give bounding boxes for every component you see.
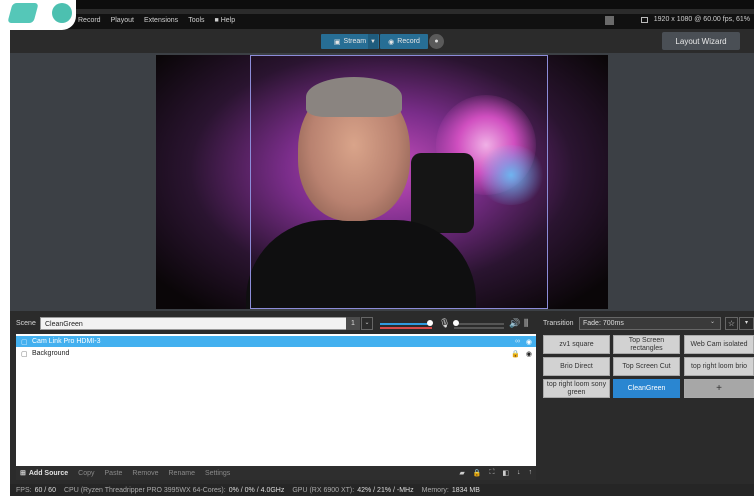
stream-label: Stream: [343, 38, 367, 45]
mic-audio-meter: [454, 327, 504, 329]
menu-extensions[interactable]: Extensions: [144, 16, 178, 26]
paste-button[interactable]: Paste: [105, 470, 123, 477]
remove-button[interactable]: Remove: [132, 470, 158, 477]
lock-icon[interactable]: 🔒: [511, 350, 520, 358]
microphone-icon[interactable]: 🎙: [439, 318, 450, 329]
scene-button[interactable]: Web Cam isolated: [684, 335, 754, 354]
scene-label: Scene: [16, 320, 36, 327]
source-name: Cam Link Pro HDMI-3: [32, 338, 101, 345]
record-label: Record: [397, 38, 420, 45]
video-source-icon: ▢: [21, 338, 28, 346]
sources-list: ▢ Cam Link Pro HDMI-3 ∞ ◉ ▢ Background 🔒…: [16, 334, 536, 466]
chevron-down-icon: ▼: [370, 38, 376, 45]
desktop-volume-slider[interactable]: [380, 323, 432, 325]
speaker-icon[interactable]: 🔊: [509, 318, 520, 329]
stream-dropdown-button[interactable]: ▼: [368, 34, 378, 49]
add-scene-button[interactable]: +: [684, 379, 754, 398]
app-window: Record Playout Extensions Tools ■ Help 1…: [10, 0, 754, 496]
star-icon[interactable]: ☆: [725, 317, 738, 330]
scene-name-input[interactable]: CleanGreen: [40, 317, 348, 330]
scene-button[interactable]: top right loom sony green: [543, 379, 610, 398]
menu-help[interactable]: ■ Help: [215, 16, 236, 26]
record-icon: ◉: [388, 38, 395, 46]
chevron-down-icon[interactable]: ⌄: [710, 318, 715, 325]
monitor-icon: [640, 16, 648, 23]
lock-icon[interactable]: 🔒: [473, 469, 482, 477]
scene-number[interactable]: 1: [346, 317, 360, 330]
settings-button[interactable]: Settings: [205, 470, 230, 477]
add-source-icon: ⊞: [20, 470, 26, 477]
stream-icon: ▣: [333, 38, 341, 46]
fps-label: FPS:: [16, 486, 32, 494]
resolution-info[interactable]: 1920 x 1080 @ 60.00 fps, 61%: [640, 16, 750, 23]
link-icon[interactable]: ∞: [515, 338, 520, 345]
menu-items: Record Playout Extensions Tools ■ Help: [78, 16, 235, 26]
add-source-button[interactable]: ⊞ Add Source: [20, 469, 69, 478]
eye-icon[interactable]: ◉: [526, 350, 532, 358]
resolution-text: 1920 x 1080 @ 60.00 fps, 61%: [653, 16, 750, 23]
record-button[interactable]: ◉ Record: [380, 34, 428, 49]
rename-button[interactable]: Rename: [169, 470, 195, 477]
scene-button-active[interactable]: CleanGreen: [613, 379, 680, 398]
add-source-label: Add Source: [28, 469, 69, 477]
back-icon[interactable]: [605, 16, 614, 25]
menu-record[interactable]: Record: [78, 16, 101, 26]
gpu-label: GPU (RX 6900 XT):: [292, 486, 355, 494]
transition-select[interactable]: Fade: 700ms: [579, 317, 721, 330]
memory-value: 1834 MB: [451, 486, 480, 494]
mixer-icon[interactable]: ⫼: [524, 318, 528, 329]
scene-button[interactable]: zv1 square: [543, 335, 610, 354]
split-icon[interactable]: ◧: [502, 469, 509, 477]
scene-button[interactable]: Brio Direct: [543, 357, 610, 376]
image-source-icon: ▢: [21, 350, 28, 358]
mic-volume-slider[interactable]: [454, 323, 504, 325]
chevron-down-icon: ⌄: [364, 320, 370, 326]
arrow-up-icon[interactable]: ↑: [529, 469, 533, 477]
fit-icon[interactable]: ⛶: [489, 469, 494, 477]
copy-button[interactable]: Copy: [78, 470, 94, 477]
memory-label: Memory:: [421, 486, 449, 494]
source-name: Background: [32, 350, 70, 357]
app-logo: [0, 0, 76, 30]
source-row[interactable]: ▢ Background 🔒 ◉: [16, 348, 536, 359]
source-tools: ▰ 🔒 ⛶ ◧ ↓ ↑: [459, 469, 532, 477]
cpu-label: CPU (Ryzen Threadripper PRO 3995WX 64-Co…: [63, 486, 226, 494]
camera-icon: ●: [434, 38, 439, 45]
gpu-value: 42% / 21% / -MHz: [357, 486, 414, 494]
menu-tools[interactable]: Tools: [188, 16, 204, 26]
scene-button[interactable]: top right loom brio: [684, 357, 754, 376]
fps-value: 60 / 60: [34, 486, 56, 494]
folder-icon[interactable]: ▰: [459, 469, 464, 477]
bulb-icon: [52, 3, 72, 23]
mic-volume-knob[interactable]: [453, 320, 459, 326]
eye-icon[interactable]: ◉: [526, 338, 532, 346]
menu-playout[interactable]: Playout: [111, 16, 134, 26]
transition-label: Transition: [543, 320, 574, 327]
gear-icon[interactable]: ▾: [739, 317, 754, 330]
desktop-audio-meter: [380, 327, 432, 329]
scene-dropdown-button[interactable]: ⌄: [361, 317, 373, 330]
source-row[interactable]: ▢ Cam Link Pro HDMI-3 ∞ ◉: [16, 336, 536, 347]
screenshot-button[interactable]: ●: [429, 34, 444, 49]
scene-button[interactable]: Top Screen rectangles: [613, 335, 680, 354]
sources-toolbar: ⊞ Add Source Copy Paste Remove Rename Se…: [16, 466, 536, 480]
cpu-value: 0% / 0% / 4.0GHz: [228, 486, 285, 494]
desktop-volume-knob[interactable]: [427, 320, 433, 326]
layout-wizard-button[interactable]: Layout Wizard: [662, 32, 740, 50]
source-selection-box[interactable]: [250, 55, 548, 309]
arrow-down-icon[interactable]: ↓: [517, 469, 521, 477]
scene-button[interactable]: Top Screen Cut: [613, 357, 680, 376]
status-bar: FPS: 60 / 60 CPU (Ryzen Threadripper PRO…: [10, 484, 754, 496]
logo-mark-icon: [7, 3, 39, 23]
help-icon: ■: [214, 17, 219, 24]
title-bar: [10, 0, 754, 9]
